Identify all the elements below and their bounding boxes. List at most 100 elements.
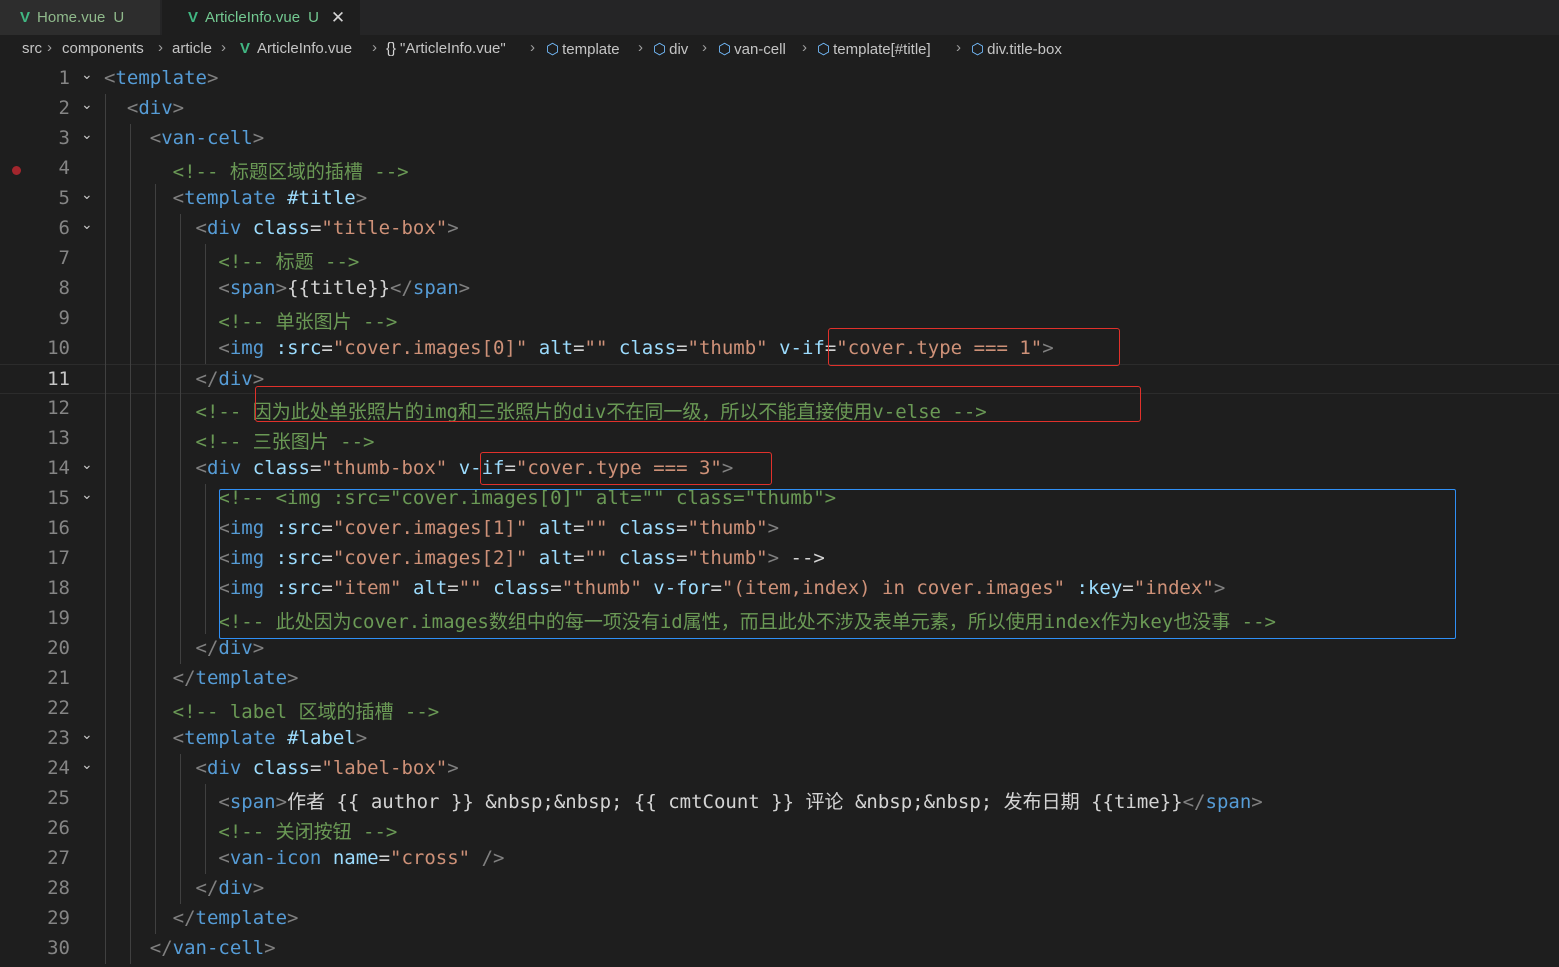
indent-guide (180, 214, 181, 664)
line-number[interactable]: 6 (24, 217, 70, 239)
vue-file-icon: V (188, 9, 199, 26)
symbol-cube-icon: ⬡ (653, 41, 667, 58)
tab-articleinfo-vue[interactable]: V ArticleInfo.vue U ✕ (162, 0, 360, 35)
breadcrumb-item-template-title[interactable]: ⬡ template[#title] (817, 40, 931, 58)
fold-chevron-icon[interactable]: ⌄ (81, 186, 93, 203)
code-line[interactable]: 26 <!-- 关闭按钮 --> (0, 814, 1559, 844)
code-line[interactable]: 13 <!-- 三张图片 --> (0, 424, 1559, 454)
code-text: </template> (172, 907, 299, 929)
code-line[interactable]: 2 ⌄ <div> (0, 94, 1559, 124)
breadcrumb-item-src[interactable]: src (22, 40, 42, 57)
code-text: <div class="title-box"> (195, 217, 459, 239)
line-number[interactable]: 8 (24, 277, 70, 299)
chevron-right-icon: › (802, 39, 807, 56)
code-text: <!-- 标题区域的插槽 --> (172, 161, 409, 183)
close-icon[interactable]: ✕ (331, 8, 345, 28)
tab-label: ArticleInfo.vue (205, 9, 301, 26)
code-line[interactable]: 1 ⌄ <template> (0, 64, 1559, 94)
code-line[interactable]: 4 <!-- 标题区域的插槽 --> (0, 154, 1559, 184)
fold-chevron-icon[interactable]: ⌄ (81, 456, 93, 473)
symbol-cube-icon: ⬡ (546, 41, 560, 58)
line-number[interactable]: 22 (24, 697, 70, 719)
code-editor[interactable]: 1 ⌄ <template> 2 ⌄ <div> 3 ⌄ <van-cell> 4 <!-- … (0, 64, 1559, 967)
breadcrumb-item-article[interactable]: article (172, 40, 212, 57)
code-line[interactable]: 14 ⌄ <div class="thumb-box" v-if="cover.t… (0, 454, 1559, 484)
code-text: </div> (195, 637, 265, 659)
line-number[interactable]: 17 (24, 547, 70, 569)
code-line[interactable]: 9 <!-- 单张图片 --> (0, 304, 1559, 334)
breadcrumb-item-div[interactable]: ⬡ div (653, 40, 688, 58)
line-number[interactable]: 4 (24, 157, 70, 179)
code-line[interactable]: 28 </div> (0, 874, 1559, 904)
breadcrumb-item-template[interactable]: ⬡ template (546, 40, 620, 58)
breadcrumb-item-components[interactable]: components (62, 40, 144, 57)
line-number[interactable]: 2 (24, 97, 70, 119)
breadcrumb-module-label: "ArticleInfo.vue" (400, 40, 506, 57)
line-number[interactable]: 20 (24, 637, 70, 659)
code-line[interactable]: 30 </van-cell> (0, 934, 1559, 964)
code-text: </div> (195, 368, 265, 390)
line-number[interactable]: 18 (24, 577, 70, 599)
line-number[interactable]: 25 (24, 787, 70, 809)
breadcrumb-item-van-cell[interactable]: ⬡ van-cell (718, 40, 786, 58)
code-line[interactable]: 6 ⌄ <div class="title-box"> (0, 214, 1559, 244)
code-text: <van-cell> (149, 127, 265, 149)
line-number[interactable]: 26 (24, 817, 70, 839)
line-number[interactable]: 21 (24, 667, 70, 689)
indent-guide (205, 244, 206, 364)
code-line[interactable]: 10 <img :src="cover.images[0]" alt="" cl… (0, 334, 1559, 364)
code-line[interactable]: 23 ⌄ <template #label> (0, 724, 1559, 754)
fold-chevron-icon[interactable]: ⌄ (81, 126, 93, 143)
fold-chevron-icon[interactable]: ⌄ (81, 756, 93, 773)
code-line[interactable]: 5 ⌄ <template #title> (0, 184, 1559, 214)
breakpoint-icon[interactable] (12, 166, 21, 175)
breadcrumb-item-title-box[interactable]: ⬡ div.title-box (971, 40, 1062, 58)
code-line[interactable]: 7 <!-- 标题 --> (0, 244, 1559, 274)
line-number[interactable]: 23 (24, 727, 70, 749)
code-line[interactable]: 27 <van-icon name="cross" /> (0, 844, 1559, 874)
line-number[interactable]: 9 (24, 307, 70, 329)
line-number[interactable]: 30 (24, 937, 70, 959)
line-number[interactable]: 1 (24, 67, 70, 89)
indent-guide (205, 484, 206, 634)
line-number[interactable]: 28 (24, 877, 70, 899)
fold-chevron-icon[interactable]: ⌄ (81, 96, 93, 113)
line-number[interactable]: 10 (24, 337, 70, 359)
code-line[interactable]: 29 </template> (0, 904, 1559, 934)
breadcrumb-template-label: template (562, 41, 620, 58)
code-line[interactable]: 3 ⌄ <van-cell> (0, 124, 1559, 154)
line-number[interactable]: 5 (24, 187, 70, 209)
line-number[interactable]: 7 (24, 247, 70, 269)
line-number[interactable]: 29 (24, 907, 70, 929)
code-line[interactable]: 25 <span>作者 {{ author }} &nbsp;&nbsp; {{… (0, 784, 1559, 814)
breadcrumb-file-label: ArticleInfo.vue (257, 40, 353, 57)
breadcrumb-template-title-label: template[#title] (833, 41, 931, 58)
chevron-right-icon: › (956, 39, 961, 56)
line-number[interactable]: 14 (24, 457, 70, 479)
editor-tab-bar: V Home.vue U V ArticleInfo.vue U ✕ (0, 0, 1559, 35)
fold-chevron-icon[interactable]: ⌄ (81, 486, 93, 503)
code-line[interactable]: 8 <span>{{title}}</span> (0, 274, 1559, 304)
line-number[interactable]: 3 (24, 127, 70, 149)
tab-home-vue[interactable]: V Home.vue U (0, 0, 160, 35)
code-line[interactable]: 21 </template> (0, 664, 1559, 694)
line-number[interactable]: 11 (24, 368, 70, 390)
line-number[interactable]: 12 (24, 397, 70, 419)
code-text: <template #title> (172, 187, 368, 209)
line-number[interactable]: 16 (24, 517, 70, 539)
line-number[interactable]: 27 (24, 847, 70, 869)
code-line[interactable]: 24 ⌄ <div class="label-box"> (0, 754, 1559, 784)
fold-chevron-icon[interactable]: ⌄ (81, 216, 93, 233)
line-number[interactable]: 24 (24, 757, 70, 779)
line-number[interactable]: 13 (24, 427, 70, 449)
line-number[interactable]: 15 (24, 487, 70, 509)
fold-chevron-icon[interactable]: ⌄ (81, 66, 93, 83)
breadcrumb-item-module[interactable]: {} "ArticleInfo.vue" (386, 40, 506, 57)
line-number[interactable]: 19 (24, 607, 70, 629)
symbol-cube-icon: ⬡ (971, 41, 985, 58)
code-line[interactable]: 22 <!-- label 区域的插槽 --> (0, 694, 1559, 724)
code-text: <!-- 标题 --> (218, 251, 360, 273)
chevron-right-icon: › (47, 39, 52, 56)
fold-chevron-icon[interactable]: ⌄ (81, 726, 93, 743)
breadcrumb-item-file[interactable]: V ArticleInfo.vue (240, 40, 352, 57)
